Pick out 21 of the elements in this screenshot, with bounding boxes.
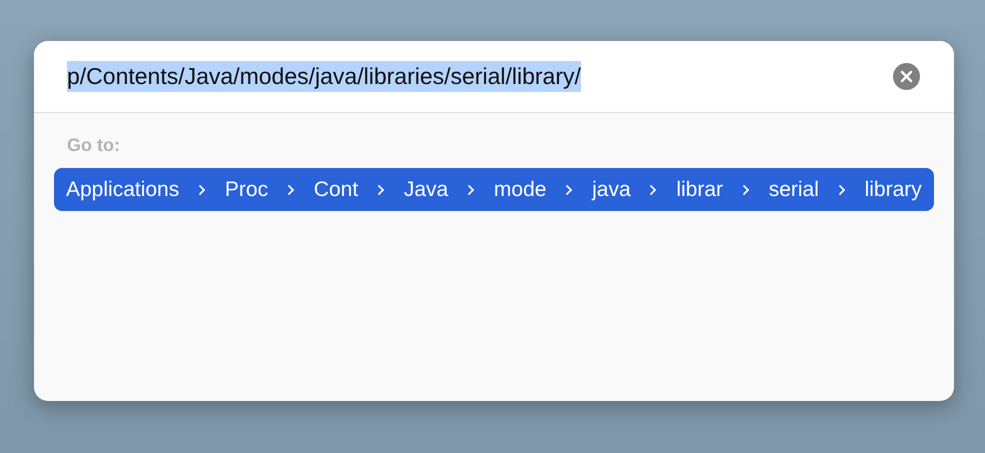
close-icon[interactable] xyxy=(893,63,920,90)
chevron-icon xyxy=(565,184,574,196)
folder-name: java xyxy=(592,178,631,202)
path-suggestion[interactable]: Applications Proc Cont Java mode java librar serial library xyxy=(54,168,934,211)
chevron-icon xyxy=(838,184,846,196)
folder-name: Applications xyxy=(66,178,180,202)
chevron-icon xyxy=(742,184,750,196)
folder-name: librar xyxy=(676,178,724,202)
folder-name: Proc xyxy=(224,178,268,202)
chevron-icon xyxy=(377,184,385,196)
path-field[interactable]: p/Contents/Java/modes/java/libraries/serial/library/ xyxy=(67,61,581,92)
go-to-label: Go to: xyxy=(67,135,121,156)
chevron-icon xyxy=(649,184,658,196)
chevron-icon xyxy=(286,184,295,196)
folder-name: serial xyxy=(768,178,819,202)
chevron-icon xyxy=(467,184,476,196)
folder-name: mode xyxy=(494,178,546,202)
folder-name: library xyxy=(864,178,922,202)
folder-name: Java xyxy=(404,178,448,202)
folder-name: Cont xyxy=(314,178,358,202)
chevron-icon xyxy=(198,184,206,196)
